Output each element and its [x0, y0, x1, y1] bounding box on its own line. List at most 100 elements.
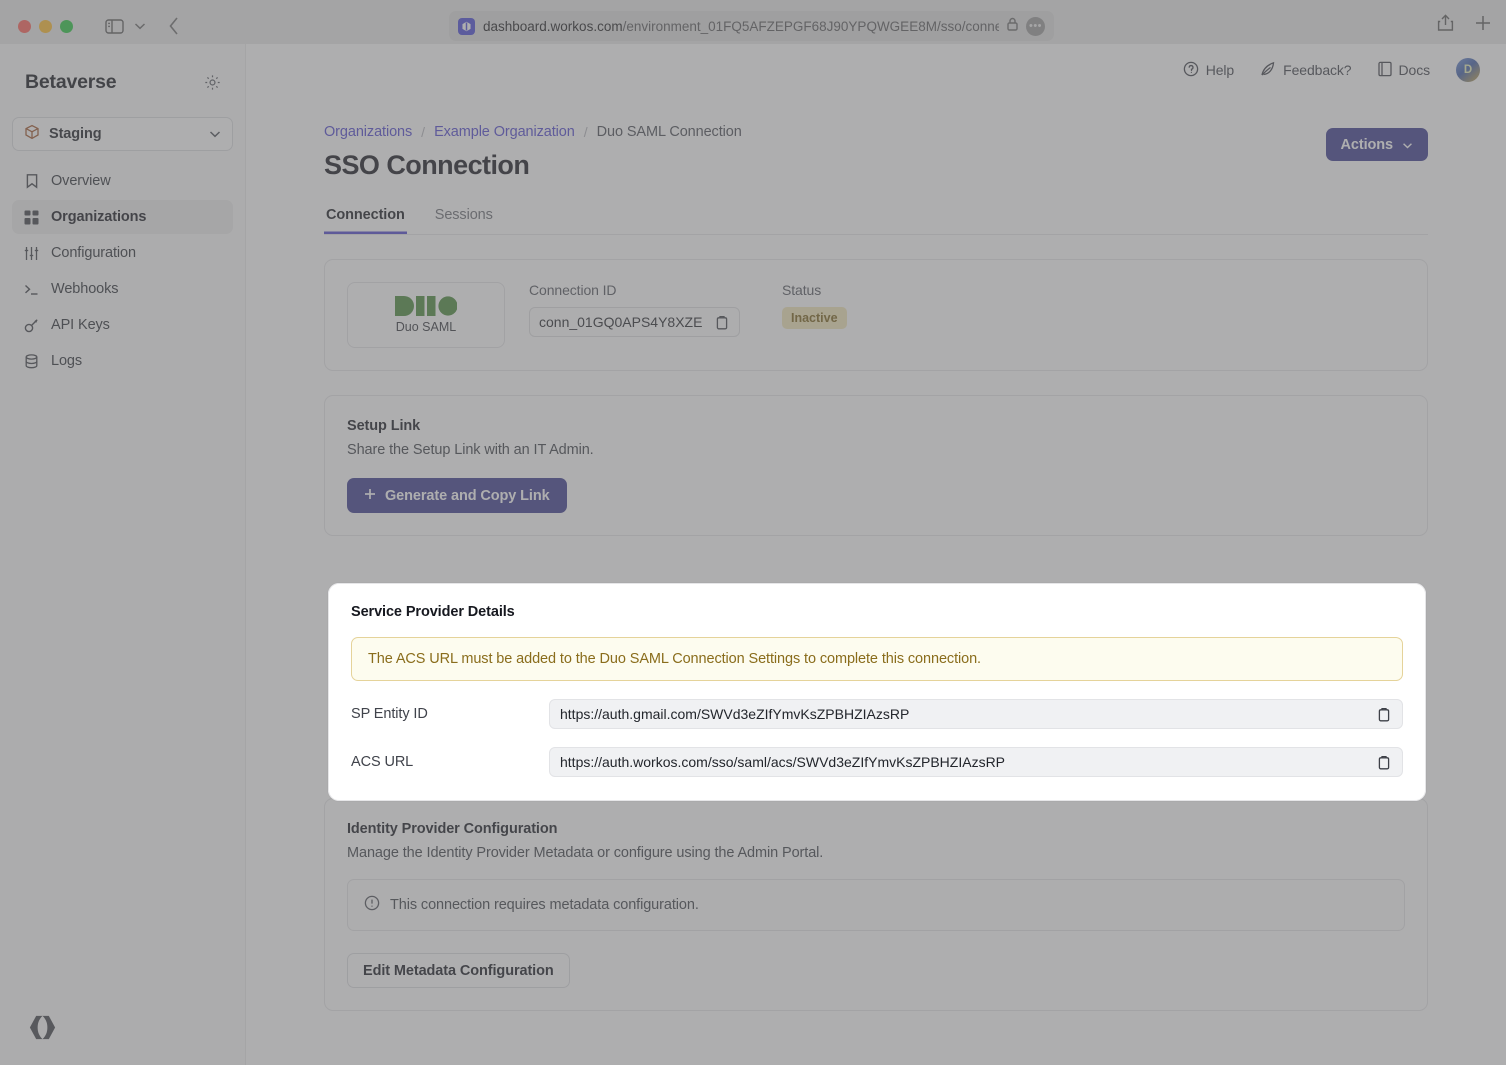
- docs-link[interactable]: Docs: [1378, 61, 1431, 80]
- chevron-down-icon[interactable]: [134, 22, 146, 30]
- acs-url-label: ACS URL: [351, 754, 549, 770]
- brand-name: Betaverse: [25, 71, 116, 94]
- more-options-icon[interactable]: •••: [1026, 17, 1045, 36]
- browser-chrome-right: [1437, 13, 1492, 37]
- breadcrumb-current: Duo SAML Connection: [597, 124, 742, 140]
- duo-logo: [395, 296, 457, 316]
- idp-config-heading: Identity Provider Configuration: [347, 821, 1405, 837]
- status-label: Status: [782, 282, 847, 298]
- feedback-link[interactable]: Feedback?: [1260, 61, 1351, 80]
- metadata-info-text: This connection requires metadata config…: [390, 897, 699, 913]
- terminal-icon: [23, 281, 40, 298]
- avatar[interactable]: D: [1456, 58, 1480, 82]
- idp-config-description: Manage the Identity Provider Metadata or…: [347, 845, 1405, 861]
- bookmark-icon: [23, 173, 40, 190]
- workos-logo: [26, 1011, 59, 1049]
- share-icon[interactable]: [1437, 13, 1454, 37]
- help-link[interactable]: Help: [1183, 61, 1234, 80]
- sp-entity-id-field[interactable]: https://auth.gmail.com/SWVd3eZIfYmvKsZPB…: [549, 699, 1403, 729]
- url-domain: dashboard.workos.com: [483, 19, 623, 34]
- url-path: /environment_01FQ5AFZEPGF68J90YPQWGEE8M/…: [623, 19, 999, 34]
- acs-url-value: https://auth.workos.com/sso/saml/acs/SWV…: [560, 754, 1375, 770]
- minimize-window-button[interactable]: [39, 20, 52, 33]
- breadcrumb-separator: /: [584, 124, 588, 140]
- actions-button-label: Actions: [1341, 137, 1393, 153]
- docs-label: Docs: [1399, 62, 1431, 78]
- provider-logo-box: Duo SAML: [347, 282, 505, 348]
- status-badge: Inactive: [782, 307, 847, 329]
- generate-and-copy-link-label: Generate and Copy Link: [385, 488, 550, 504]
- sp-entity-id-value: https://auth.gmail.com/SWVd3eZIfYmvKsZPB…: [560, 706, 1375, 722]
- sidebar-item-configuration[interactable]: Configuration: [12, 236, 233, 270]
- actions-button[interactable]: Actions: [1326, 128, 1428, 161]
- gear-icon[interactable]: [204, 74, 221, 91]
- new-tab-icon[interactable]: [1474, 14, 1492, 37]
- setup-link-description: Share the Setup Link with an IT Admin.: [347, 442, 1405, 458]
- lock-icon: [1007, 17, 1018, 36]
- sidebar-header: Betaverse: [12, 64, 233, 100]
- sidebar: Betaverse Staging: [0, 44, 246, 1065]
- sidebar-item-label: API Keys: [51, 317, 110, 333]
- chevron-down-icon[interactable]: [209, 130, 221, 138]
- tab-connection[interactable]: Connection: [324, 207, 407, 234]
- close-window-button[interactable]: [18, 20, 31, 33]
- edit-metadata-configuration-button[interactable]: Edit Metadata Configuration: [347, 953, 570, 988]
- window-controls[interactable]: [18, 20, 73, 33]
- sidebar-item-label: Organizations: [51, 209, 146, 225]
- database-icon: [23, 353, 40, 370]
- environment-name: Staging: [49, 126, 200, 142]
- status-group: Status Inactive: [782, 282, 847, 329]
- main-content: Help Feedback? Docs D: [246, 44, 1506, 1065]
- acs-url-alert: The ACS URL must be added to the Duo SAM…: [351, 637, 1403, 681]
- connection-id-field[interactable]: conn_01GQ0APS4Y8XZE: [529, 307, 740, 337]
- back-arrow-icon[interactable]: [168, 16, 180, 36]
- setup-link-heading: Setup Link: [347, 418, 1405, 434]
- sidebar-toggle-icon[interactable]: [105, 18, 124, 35]
- sidebar-item-overview[interactable]: Overview: [12, 164, 233, 198]
- sidebar-item-api-keys[interactable]: API Keys: [12, 308, 233, 342]
- app-root: dashboard.workos.com/environment_01FQ5AF…: [0, 0, 1506, 1065]
- acs-url-row: ACS URL https://auth.workos.com/sso/saml…: [351, 747, 1403, 777]
- service-provider-details-card: Service Provider Details The ACS URL mus…: [328, 583, 1426, 801]
- acs-url-field[interactable]: https://auth.workos.com/sso/saml/acs/SWV…: [549, 747, 1403, 777]
- tab-sessions[interactable]: Sessions: [433, 207, 495, 234]
- setup-link-card: Setup Link Share the Setup Link with an …: [324, 395, 1428, 536]
- top-bar: Help Feedback? Docs D: [246, 44, 1506, 96]
- breadcrumb-organizations[interactable]: Organizations: [324, 124, 412, 140]
- plus-icon: [364, 488, 376, 504]
- copy-icon[interactable]: [1375, 706, 1392, 723]
- environment-selector[interactable]: Staging: [12, 117, 233, 151]
- grid-icon: [23, 209, 40, 226]
- key-icon: [23, 317, 40, 334]
- generate-and-copy-link-button[interactable]: Generate and Copy Link: [347, 478, 567, 513]
- application-window: Betaverse Staging: [0, 44, 1506, 1065]
- copy-icon[interactable]: [713, 314, 730, 331]
- site-favicon: [458, 18, 475, 35]
- sidebar-nav: Overview Organizations Configur: [12, 164, 233, 378]
- connection-id-label: Connection ID: [529, 282, 740, 298]
- breadcrumb-example-organization[interactable]: Example Organization: [434, 124, 575, 140]
- cube-icon: [24, 124, 40, 145]
- sidebar-item-label: Webhooks: [51, 281, 118, 297]
- sp-entity-id-label: SP Entity ID: [351, 706, 549, 722]
- question-circle-icon: [1183, 61, 1199, 80]
- page-content: Organizations / Example Organization / D…: [246, 96, 1506, 1011]
- page-title: SSO Connection: [324, 150, 529, 181]
- address-bar-text: dashboard.workos.com/environment_01FQ5AF…: [483, 19, 999, 34]
- connection-summary-card: Duo SAML Connection ID conn_01GQ0APS4Y8X…: [324, 259, 1428, 371]
- breadcrumb: Organizations / Example Organization / D…: [324, 124, 1428, 140]
- help-label: Help: [1206, 62, 1234, 78]
- page-header: SSO Connection Actions: [324, 150, 1428, 181]
- service-provider-heading: Service Provider Details: [351, 604, 1403, 620]
- provider-label: Duo SAML: [396, 320, 456, 334]
- tab-bar: Connection Sessions: [324, 207, 1428, 235]
- chevron-down-icon: [1402, 137, 1413, 153]
- copy-icon[interactable]: [1375, 754, 1392, 771]
- address-bar[interactable]: dashboard.workos.com/environment_01FQ5AF…: [449, 11, 1054, 41]
- sidebar-item-logs[interactable]: Logs: [12, 344, 233, 378]
- maximize-window-button[interactable]: [60, 20, 73, 33]
- sidebar-item-organizations[interactable]: Organizations: [12, 200, 233, 234]
- sidebar-item-webhooks[interactable]: Webhooks: [12, 272, 233, 306]
- book-icon: [1378, 61, 1392, 80]
- identity-provider-configuration-card: Identity Provider Configuration Manage t…: [324, 798, 1428, 1011]
